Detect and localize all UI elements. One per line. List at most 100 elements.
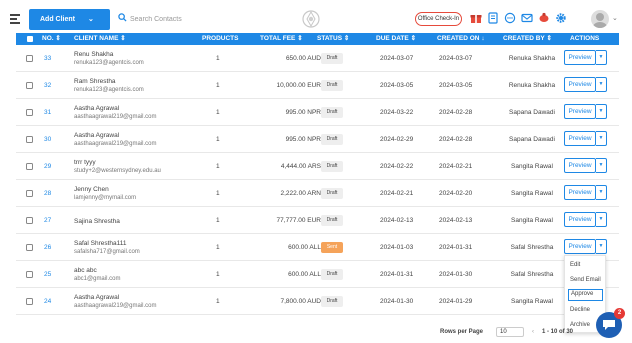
row-number-link[interactable]: 28 bbox=[44, 190, 51, 197]
total-fee: 10,000.00 EUR bbox=[276, 82, 321, 89]
row-checkbox[interactable] bbox=[26, 271, 33, 278]
prev-page-icon[interactable]: ‹ bbox=[532, 329, 534, 335]
created-by: Safal Shrestha bbox=[510, 244, 554, 251]
chevron-down-icon[interactable]: ▼ bbox=[596, 104, 607, 119]
preview-button[interactable]: Preview bbox=[564, 212, 596, 227]
preview-button[interactable]: Preview bbox=[564, 50, 596, 65]
preview-button[interactable]: Preview bbox=[564, 158, 596, 173]
hamburger-icon[interactable] bbox=[10, 14, 20, 26]
preview-button[interactable]: Preview bbox=[564, 185, 596, 200]
row-number-link[interactable]: 30 bbox=[44, 136, 51, 143]
created-by: Sangita Rawal bbox=[511, 163, 553, 170]
total-fee: 995.00 NPR bbox=[285, 136, 321, 143]
rows-per-page-select[interactable]: 10 bbox=[496, 327, 524, 337]
column-no[interactable]: NO. ⇕ bbox=[42, 33, 61, 45]
due-date: 2024-01-03 bbox=[380, 244, 414, 251]
column-created-on[interactable]: CREATED ON ↓ bbox=[437, 33, 485, 45]
chevron-down-icon[interactable]: ▼ bbox=[596, 239, 607, 254]
select-all-checkbox[interactable] bbox=[27, 36, 33, 42]
created-by: Sangita Rawal bbox=[511, 217, 553, 224]
menu-item-decline[interactable]: Decline bbox=[568, 304, 603, 316]
column-created-by[interactable]: CREATED BY ⇕ bbox=[503, 33, 552, 45]
created-on: 2024-02-20 bbox=[439, 190, 473, 197]
preview-button[interactable]: Preview bbox=[564, 239, 596, 254]
total-fee: 77,777.00 EUR bbox=[276, 217, 321, 224]
table-row: 24 Aastha Agrawal aasthaagrawal219@gmail.… bbox=[16, 288, 619, 315]
due-date: 2024-02-29 bbox=[380, 136, 414, 143]
column-due-date[interactable]: DUE DATE ⇕ bbox=[376, 33, 416, 45]
row-number-link[interactable]: 33 bbox=[44, 55, 51, 62]
total-fee: 995.00 NPR bbox=[285, 109, 321, 116]
due-date: 2024-02-22 bbox=[380, 163, 414, 170]
due-date: 2024-02-21 bbox=[380, 190, 414, 197]
bug-icon[interactable] bbox=[538, 12, 550, 24]
column-client-name[interactable]: CLIENT NAME ⇕ bbox=[74, 33, 126, 45]
client-email: aasthaagrawal219@gmail.com bbox=[74, 141, 157, 147]
gear-icon[interactable] bbox=[555, 12, 567, 24]
due-date: 2024-01-30 bbox=[380, 298, 414, 305]
menu-item-send-email[interactable]: Send Email bbox=[568, 274, 603, 286]
created-on: 2024-03-07 bbox=[439, 55, 473, 62]
client-email: aasthaagrawal219@gmail.com bbox=[74, 114, 157, 120]
row-checkbox[interactable] bbox=[26, 136, 33, 143]
gift-icon[interactable] bbox=[470, 12, 482, 24]
add-client-button[interactable]: Add Client ⌄ bbox=[29, 9, 110, 30]
row-number-link[interactable]: 31 bbox=[44, 109, 51, 116]
row-number-link[interactable]: 32 bbox=[44, 82, 51, 89]
avatar[interactable] bbox=[591, 10, 609, 28]
chevron-down-icon[interactable]: ⌄ bbox=[88, 9, 94, 30]
row-checkbox[interactable] bbox=[26, 298, 33, 305]
client-email: abc1@gmail.com bbox=[74, 276, 121, 282]
chat-widget-button[interactable]: 2 bbox=[596, 308, 625, 338]
products-count: 1 bbox=[216, 82, 220, 89]
table-row: 25 abc abc abc1@gmail.com 1 600.00 ALL Dr… bbox=[16, 261, 619, 288]
created-on: 2024-02-13 bbox=[439, 217, 473, 224]
search-icon[interactable] bbox=[118, 13, 127, 22]
due-date: 2024-01-31 bbox=[380, 271, 414, 278]
preview-button[interactable]: Preview bbox=[564, 77, 596, 92]
chevron-down-icon[interactable]: ▼ bbox=[596, 50, 607, 65]
due-date: 2024-03-05 bbox=[380, 82, 414, 89]
row-number-link[interactable]: 29 bbox=[44, 163, 51, 170]
products-count: 1 bbox=[216, 136, 220, 143]
client-email: renuka123@agentcis.com bbox=[74, 60, 144, 66]
chevron-down-icon[interactable]: ▼ bbox=[596, 77, 607, 92]
document-icon[interactable] bbox=[488, 12, 499, 24]
search-input[interactable] bbox=[130, 12, 280, 26]
menu-item-approve[interactable]: Approve bbox=[568, 289, 603, 301]
office-checkin-button[interactable]: Office Check-In bbox=[415, 12, 462, 26]
row-number-link[interactable]: 26 bbox=[44, 244, 51, 251]
status-badge: Draft bbox=[321, 161, 343, 172]
chevron-down-icon[interactable]: ⌄ bbox=[612, 14, 618, 22]
row-number-link[interactable]: 25 bbox=[44, 271, 51, 278]
total-fee: 2,222.00 ARN bbox=[280, 190, 321, 197]
created-by: Renuka Shakha bbox=[508, 82, 556, 89]
row-checkbox[interactable] bbox=[26, 82, 33, 89]
created-by: Renuka Shakha bbox=[508, 55, 556, 62]
client-name: Aastha Agrawal bbox=[74, 105, 120, 112]
row-checkbox[interactable] bbox=[26, 217, 33, 224]
preview-button[interactable]: Preview bbox=[564, 104, 596, 119]
chevron-down-icon[interactable]: ▼ bbox=[596, 131, 607, 146]
row-number-link[interactable]: 27 bbox=[44, 217, 51, 224]
chat-icon[interactable] bbox=[504, 12, 516, 24]
table-header: NO. ⇕ CLIENT NAME ⇕ PRODUCTS TOTAL FEE ⇕… bbox=[16, 33, 619, 45]
column-status[interactable]: STATUS ⇕ bbox=[317, 33, 349, 45]
client-cell: abc abc abc1@gmail.com bbox=[74, 266, 120, 284]
chevron-down-icon[interactable]: ▼ bbox=[596, 185, 607, 200]
products-count: 1 bbox=[216, 55, 220, 62]
row-checkbox[interactable] bbox=[26, 244, 33, 251]
row-checkbox[interactable] bbox=[26, 190, 33, 197]
mail-icon[interactable] bbox=[521, 12, 533, 24]
menu-item-edit[interactable]: Edit bbox=[568, 259, 603, 271]
row-checkbox[interactable] bbox=[26, 109, 33, 116]
preview-button[interactable]: Preview bbox=[564, 131, 596, 146]
row-checkbox[interactable] bbox=[26, 55, 33, 62]
column-total-fee[interactable]: TOTAL FEE ⇕ bbox=[260, 33, 303, 45]
row-checkbox[interactable] bbox=[26, 163, 33, 170]
client-name: trrr tyyy bbox=[74, 159, 96, 166]
products-count: 1 bbox=[216, 109, 220, 116]
chevron-down-icon[interactable]: ▼ bbox=[596, 212, 607, 227]
row-number-link[interactable]: 24 bbox=[44, 298, 51, 305]
chevron-down-icon[interactable]: ▼ bbox=[596, 158, 607, 173]
